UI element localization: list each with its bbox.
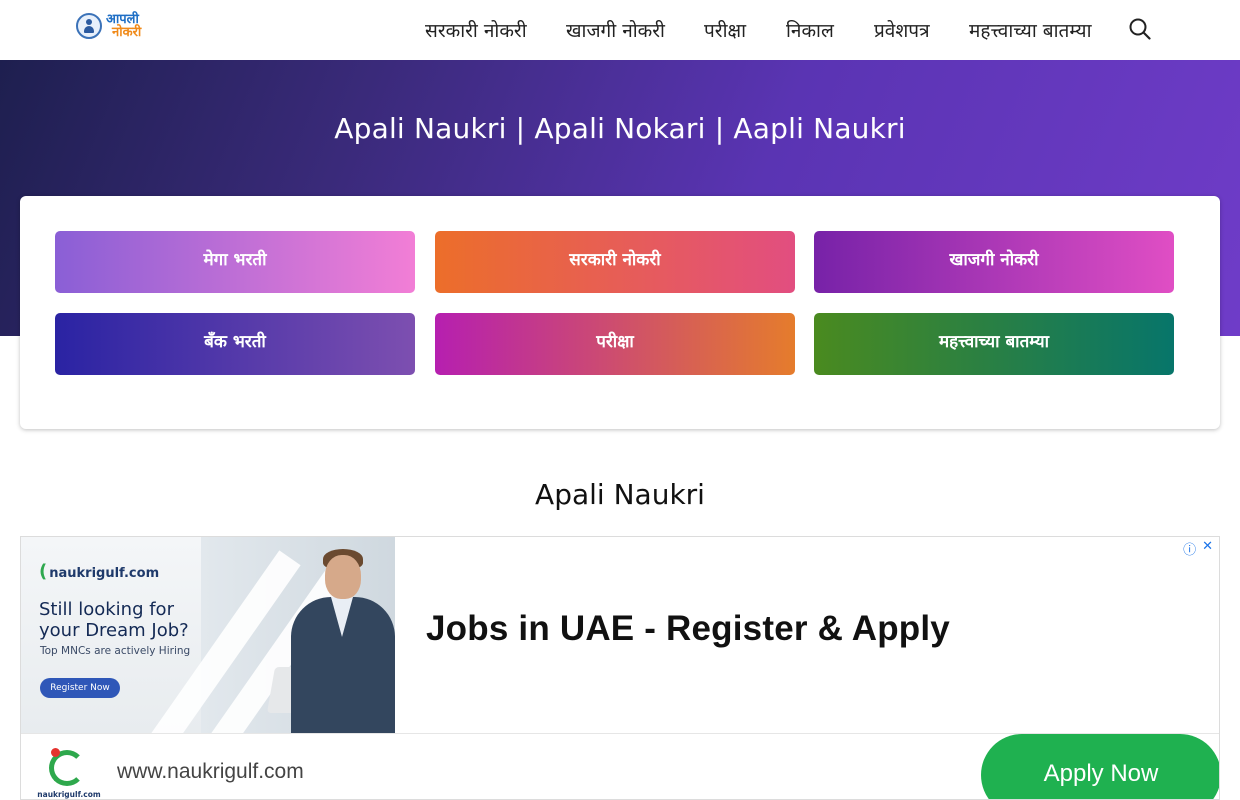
nav-item-results[interactable]: निकाल: [786, 17, 834, 43]
section-title: Apali Naukri: [535, 478, 705, 511]
businessman-illustration: [291, 537, 395, 733]
ad-controls: ⓘ ✕: [1183, 539, 1213, 558]
brand-logo-icon: (: [39, 561, 48, 582]
ad-close-icon[interactable]: ✕: [1202, 539, 1213, 558]
category-button-bank-recruitment[interactable]: बँक भरती: [55, 313, 415, 375]
ad-image[interactable]: (naukrigulf.com Still looking for your D…: [21, 537, 395, 733]
ad-register-button[interactable]: Register Now: [40, 678, 120, 698]
nav-item-important-news[interactable]: महत्त्वाच्या बातम्या: [969, 17, 1092, 43]
category-button-private-jobs[interactable]: खाजगी नोकरी: [814, 231, 1174, 293]
nav-item-admit-card[interactable]: प्रवेशपत्र: [874, 17, 930, 43]
ad-image-headline: Still looking for your Dream Job?: [39, 599, 189, 641]
category-button-important-news[interactable]: महत्त्वाच्या बातम्या: [814, 313, 1174, 375]
logo-person-icon: [76, 13, 102, 39]
hero-title: Apali Naukri | Apali Nokari | Aapli Nauk…: [334, 112, 906, 145]
category-button-mega-recruitment[interactable]: मेगा भरती: [55, 231, 415, 293]
logo-line-2: नोकरी: [112, 25, 142, 40]
nav-item-exams[interactable]: परीक्षा: [704, 17, 746, 43]
logo-text: आपली नोकरी: [106, 13, 141, 39]
category-button-government-jobs[interactable]: सरकारी नोकरी: [435, 231, 795, 293]
apply-now-button[interactable]: Apply Now: [981, 734, 1219, 799]
ad-url[interactable]: www.naukrigulf.com: [117, 760, 304, 784]
nav-item-government-jobs[interactable]: सरकारी नोकरी: [425, 17, 527, 43]
nav-item-private-jobs[interactable]: खाजगी नोकरी: [566, 17, 665, 43]
ad-brand: (naukrigulf.com: [39, 561, 160, 582]
advertiser-logo[interactable]: naukrigulf.com: [37, 746, 101, 799]
top-navigation-bar: आपली नोकरी सरकारी नोकरी खाजगी नोकरी परीक…: [0, 0, 1240, 60]
ad-info-icon[interactable]: ⓘ: [1183, 539, 1196, 558]
search-icon[interactable]: [1128, 17, 1152, 41]
ad-title[interactable]: Jobs in UAE - Register & Apply: [426, 609, 950, 649]
category-button-exams[interactable]: परीक्षा: [435, 313, 795, 375]
site-logo[interactable]: आपली नोकरी: [76, 13, 141, 39]
category-panel: मेगा भरती सरकारी नोकरी खाजगी नोकरी बँक भ…: [20, 196, 1220, 429]
advertiser-logo-name: naukrigulf.com: [37, 790, 101, 799]
advertisement[interactable]: (naukrigulf.com Still looking for your D…: [20, 536, 1220, 800]
ad-footer: naukrigulf.com www.naukrigulf.com Apply …: [21, 733, 1219, 799]
ad-image-tagline: Top MNCs are actively Hiring: [40, 645, 191, 657]
